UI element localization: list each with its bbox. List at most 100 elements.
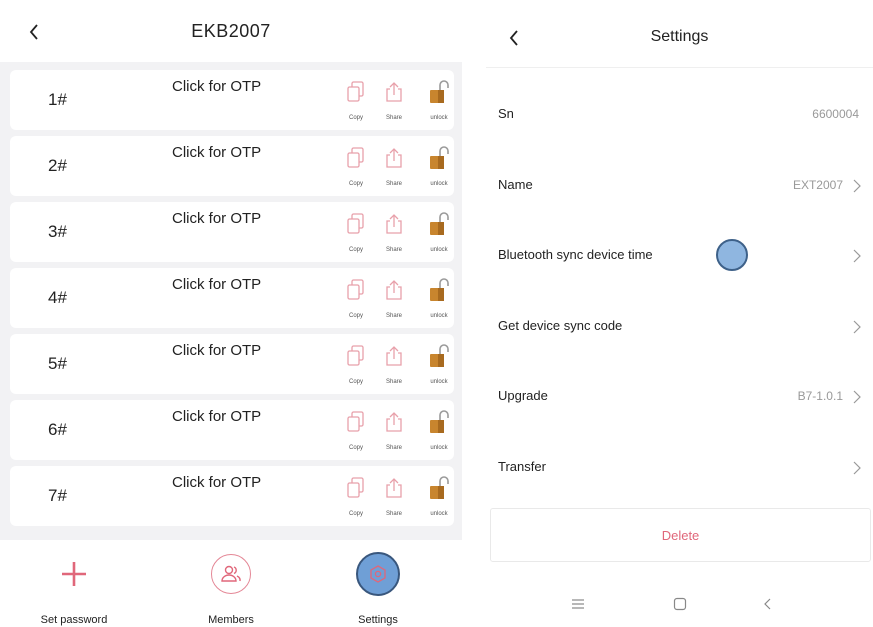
unlock-button[interactable]: unlock xyxy=(424,78,454,126)
share-button[interactable]: Share xyxy=(379,276,409,324)
row-label: Bluetooth sync device time xyxy=(498,247,653,262)
share-icon xyxy=(386,412,402,432)
lock-list-screen: EKB2007 1# Click for OTP Copy Share unlo… xyxy=(0,0,462,627)
set-password-button[interactable]: Set password xyxy=(14,540,134,627)
copy-icon xyxy=(347,477,364,498)
lock-number: 7# xyxy=(48,486,67,505)
chevron-left-icon xyxy=(764,598,771,610)
row-label: Name xyxy=(498,176,533,192)
members-icon xyxy=(211,554,251,594)
copy-button[interactable]: Copy xyxy=(341,210,371,258)
unlock-button[interactable]: unlock xyxy=(424,210,454,258)
share-label: Share xyxy=(385,115,402,121)
members-label: Members xyxy=(208,614,254,626)
share-button[interactable]: Share xyxy=(379,78,409,126)
padlock-open-icon xyxy=(430,80,449,103)
menu-icon xyxy=(572,599,584,609)
otp-button[interactable]: Click for OTP xyxy=(172,474,261,491)
settings-row-upgrade[interactable]: Upgrade B7-1.0.1 xyxy=(486,362,873,433)
share-icon xyxy=(386,478,402,498)
copy-icon xyxy=(347,279,364,300)
share-button[interactable]: Share xyxy=(379,342,409,390)
unlock-button[interactable]: unlock xyxy=(424,474,454,522)
row-label: Upgrade xyxy=(498,388,548,403)
padlock-open-icon xyxy=(430,344,449,367)
bottom-tabbar: Set password Members Settings xyxy=(0,540,462,627)
settings-list: Sn 6600004 Name EXT2007 Bluetooth sync d… xyxy=(486,80,873,503)
unlock-label: unlock xyxy=(430,313,448,319)
copy-button[interactable]: Copy xyxy=(341,408,371,456)
home-square-icon xyxy=(673,597,687,611)
share-label: Share xyxy=(385,247,402,253)
row-value: B7-1.0.1 xyxy=(797,389,843,403)
otp-button[interactable]: Click for OTP xyxy=(172,78,261,95)
share-icon xyxy=(386,280,402,300)
recent-apps-button[interactable] xyxy=(566,592,590,616)
copy-label: Copy xyxy=(348,181,363,187)
unlock-button[interactable]: unlock xyxy=(424,276,454,324)
padlock-open-icon xyxy=(430,212,449,235)
share-button[interactable]: Share xyxy=(379,144,409,192)
share-button[interactable]: Share xyxy=(379,474,409,522)
otp-button[interactable]: Click for OTP xyxy=(172,276,261,293)
list-item: 1# Click for OTP Copy Share unlock xyxy=(10,70,454,130)
copy-icon xyxy=(347,81,364,102)
otp-button[interactable]: Click for OTP xyxy=(172,342,261,359)
unlock-label: unlock xyxy=(430,115,448,121)
share-label: Share xyxy=(385,445,402,451)
lock-list: 1# Click for OTP Copy Share unlock 2# Cl… xyxy=(10,70,454,532)
unlock-label: unlock xyxy=(430,247,448,253)
share-button[interactable]: Share xyxy=(379,408,409,456)
share-icon xyxy=(386,82,402,102)
otp-button[interactable]: Click for OTP xyxy=(172,210,261,227)
unlock-label: unlock xyxy=(430,181,448,187)
header: EKB2007 xyxy=(0,0,462,62)
otp-button[interactable]: Click for OTP xyxy=(172,144,261,161)
page-title: Settings xyxy=(650,28,709,45)
lock-number: 6# xyxy=(48,420,67,439)
lock-number: 3# xyxy=(48,222,67,241)
settings-row-sn: Sn 6600004 xyxy=(486,80,873,151)
settings-label: Settings xyxy=(358,614,398,626)
chevron-right-icon xyxy=(853,461,861,474)
share-button[interactable]: Share xyxy=(379,210,409,258)
settings-row-transfer[interactable]: Transfer xyxy=(486,433,873,504)
system-back-button[interactable] xyxy=(756,592,780,616)
list-item: 3# Click for OTP Copy Share unlock xyxy=(10,202,454,262)
chevron-right-icon xyxy=(853,179,861,192)
otp-button[interactable]: Click for OTP xyxy=(172,408,261,425)
copy-button[interactable]: Copy xyxy=(341,474,371,522)
settings-row-name[interactable]: Name EXT2007 xyxy=(486,151,873,222)
settings-button[interactable]: Settings xyxy=(318,540,438,627)
chevron-right-icon xyxy=(853,390,861,404)
lock-number: 2# xyxy=(48,156,67,175)
copy-button[interactable]: Copy xyxy=(341,78,371,126)
share-label: Share xyxy=(385,181,402,187)
unlock-label: unlock xyxy=(430,379,448,385)
list-item: 5# Click for OTP Copy Share unlock xyxy=(10,334,454,394)
copy-label: Copy xyxy=(348,115,363,121)
settings-row-bluetooth-sync[interactable]: Bluetooth sync device time xyxy=(486,221,873,292)
members-button[interactable]: Members xyxy=(171,540,291,627)
copy-icon xyxy=(347,147,364,168)
settings-row-sync-code[interactable]: Get device sync code xyxy=(486,292,873,363)
delete-button[interactable]: Delete xyxy=(490,508,871,562)
row-value: EXT2007 xyxy=(792,177,843,192)
chevron-right-icon xyxy=(853,320,861,333)
share-label: Share xyxy=(385,511,402,517)
list-item: 4# Click for OTP Copy Share unlock xyxy=(10,268,454,328)
home-button[interactable] xyxy=(668,592,692,616)
copy-button[interactable]: Copy xyxy=(341,276,371,324)
unlock-button[interactable]: unlock xyxy=(424,342,454,390)
unlock-button[interactable]: unlock xyxy=(424,144,454,192)
share-icon xyxy=(386,148,402,168)
copy-label: Copy xyxy=(348,313,363,319)
row-label: Get device sync code xyxy=(498,317,623,333)
copy-label: Copy xyxy=(348,445,363,451)
tap-indicator xyxy=(716,239,748,271)
row-value: 6600004 xyxy=(812,107,859,121)
copy-button[interactable]: Copy xyxy=(341,342,371,390)
copy-button[interactable]: Copy xyxy=(341,144,371,192)
unlock-button[interactable]: unlock xyxy=(424,408,454,456)
chevron-right-icon xyxy=(853,249,861,263)
